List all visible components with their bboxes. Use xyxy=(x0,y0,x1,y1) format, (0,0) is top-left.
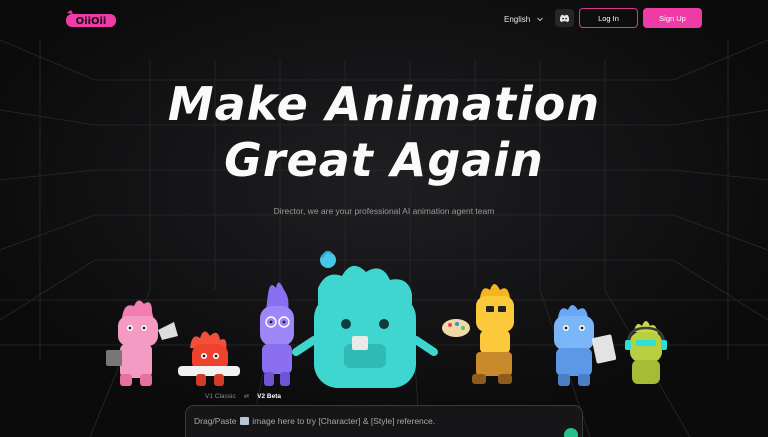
discord-icon xyxy=(559,14,570,22)
chevron-down-icon xyxy=(537,17,544,22)
language-label: English xyxy=(504,14,531,24)
discord-button[interactable] xyxy=(555,9,574,27)
yellow-painter-character xyxy=(442,284,514,384)
placeholder-text-start: Drag/Paste xyxy=(194,416,237,426)
placeholder-text-end: image here to try [Character] & [Style] … xyxy=(252,416,436,426)
purple-character xyxy=(260,282,294,386)
language-selector[interactable]: English xyxy=(504,11,544,27)
teal-director-character xyxy=(292,250,438,388)
pink-character xyxy=(106,300,178,386)
svg-text:OiiOii: OiiOii xyxy=(76,16,107,27)
version-v1-option[interactable]: V1 Classic xyxy=(205,393,236,400)
version-toggle[interactable]: V1 Classic ⇄ V2 Beta xyxy=(205,392,281,401)
blue-character xyxy=(554,305,617,386)
send-button[interactable] xyxy=(564,428,578,437)
agent-characters-illustration xyxy=(106,250,667,388)
hero-subtitle: Director, we are your professional AI an… xyxy=(273,206,495,216)
prompt-input[interactable]: Drag/Paste image here to try [Character]… xyxy=(185,405,583,437)
oiioii-logo[interactable]: OiiOii xyxy=(64,9,118,28)
green-character xyxy=(625,321,667,384)
hero-title: Make Animation Great Again xyxy=(0,76,768,188)
version-v2-option[interactable]: V2 Beta xyxy=(257,393,281,400)
page: OiiOii English Log In Sign Up Make Anima… xyxy=(0,0,768,437)
login-button[interactable]: Log In xyxy=(579,8,638,28)
prompt-placeholder: Drag/Paste image here to try [Character]… xyxy=(194,416,435,426)
hero-title-line2: Great Again xyxy=(224,133,544,187)
signup-button[interactable]: Sign Up xyxy=(643,8,702,28)
red-fire-character xyxy=(178,331,240,386)
swap-icon: ⇄ xyxy=(243,393,250,400)
image-icon xyxy=(239,417,249,425)
hero-title-line1: Make Animation xyxy=(167,77,601,131)
top-nav: OiiOii English Log In Sign Up xyxy=(0,0,768,38)
